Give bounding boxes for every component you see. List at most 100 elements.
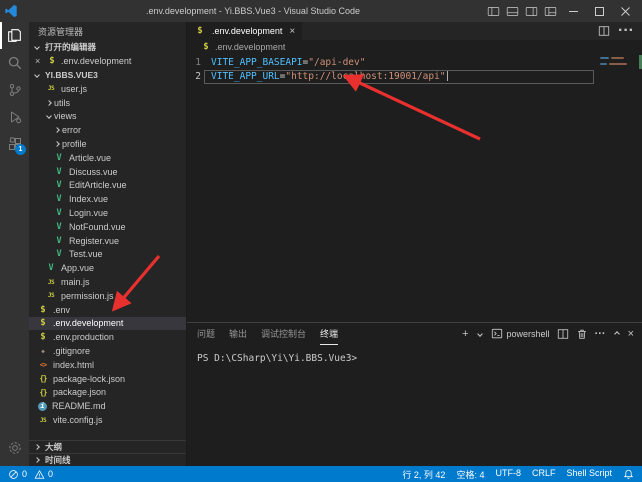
status-indentation[interactable]: 空格: 4 [456, 468, 484, 481]
customize-layout-icon[interactable] [541, 1, 560, 21]
tree-item-error[interactable]: error [29, 123, 186, 137]
file-name: Login.vue [69, 208, 108, 218]
explorer-sidebar: 资源管理器 打开的编辑器 × $ .env.development YI.BBS… [29, 22, 187, 466]
vue-file-icon: V [53, 235, 65, 246]
split-terminal-icon[interactable] [557, 328, 569, 340]
close-editor-icon[interactable]: × [35, 56, 46, 66]
close-panel-icon[interactable]: × [628, 329, 634, 340]
outline-label: 大纲 [45, 441, 62, 453]
status-language-mode[interactable]: Shell Script [566, 468, 612, 481]
panel-more-icon[interactable]: ··· [595, 329, 606, 340]
tree-item-EditArticle.vue[interactable]: VEditArticle.vue [29, 179, 186, 193]
activitybar-run-debug[interactable] [0, 103, 29, 130]
activitybar-extensions[interactable]: 1 [0, 130, 29, 157]
panel-tab-terminal[interactable]: 终端 [320, 323, 338, 345]
tree-item-profile[interactable]: profile [29, 137, 186, 151]
tree-item-README.md[interactable]: iREADME.md [29, 399, 186, 413]
toggle-panel-icon[interactable] [503, 1, 522, 21]
status-encoding[interactable]: UTF-8 [495, 468, 521, 481]
outline-header[interactable]: 大纲 [29, 440, 186, 453]
editor-area: $ .env.development × ··· $ .env.developm… [187, 22, 642, 466]
split-editor-icon[interactable] [598, 25, 610, 37]
open-editor-name: .env.development [61, 56, 131, 66]
js-file-icon: JS [45, 83, 57, 94]
new-terminal-icon[interactable]: + [462, 329, 468, 340]
tree-item-user.js[interactable]: JSuser.js [29, 82, 186, 96]
env-file-icon: $ [37, 318, 49, 329]
minimap[interactable] [600, 57, 634, 69]
breadcrumb[interactable]: $ .env.development [187, 40, 642, 54]
tree-item-.gitignore[interactable]: ◆.gitignore [29, 344, 186, 358]
toggle-secondary-sidebar-icon[interactable] [522, 1, 541, 21]
status-cursor-position[interactable]: 行 2, 列 42 [402, 468, 445, 481]
close-tab-icon[interactable]: × [289, 26, 295, 37]
tree-item-Discuss.vue[interactable]: VDiscuss.vue [29, 165, 186, 179]
vue-file-icon: V [53, 249, 65, 260]
env-file-icon: $ [37, 304, 49, 315]
launch-profile-chevron-icon[interactable] [477, 331, 483, 337]
tree-item-package-lock.json[interactable]: {}package-lock.json [29, 372, 186, 386]
chevron-right-icon [34, 444, 40, 450]
open-editors-label: 打开的编辑器 [45, 41, 96, 53]
tree-item-Article.vue[interactable]: V Article.vue [29, 151, 186, 165]
chevron-down-icon [34, 44, 40, 50]
tree-item-index.html[interactable]: <>index.html [29, 358, 186, 372]
file-name: NotFound.vue [69, 222, 126, 232]
breadcrumb-item[interactable]: .env.development [215, 42, 285, 52]
tree-item-vite.config.js[interactable]: JSvite.config.js [29, 413, 186, 427]
maximize-button[interactable] [586, 0, 612, 22]
tree-item-utils[interactable]: utils [29, 96, 186, 110]
window-title: .env.development - Yi.BBS.Vue3 - Visual … [22, 6, 484, 16]
file-name: index.html [53, 360, 94, 370]
tree-item-Test.vue[interactable]: VTest.vue [29, 248, 186, 262]
panel-tab-output[interactable]: 输出 [229, 323, 247, 345]
toggle-primary-sidebar-icon[interactable] [484, 1, 503, 21]
problems-indicator[interactable]: 0 0 [8, 469, 53, 480]
notifications-bell-icon[interactable] [623, 469, 634, 480]
tree-item-Login.vue[interactable]: VLogin.vue [29, 206, 186, 220]
tree-item-.env.production[interactable]: $.env.production [29, 330, 186, 344]
activitybar-settings[interactable] [0, 434, 29, 461]
project-label: YI.BBS.VUE3 [45, 70, 98, 80]
timeline-header[interactable]: 时间线 [29, 453, 186, 466]
tree-item-package.json[interactable]: {}package.json [29, 386, 186, 400]
terminal-profile-selector[interactable]: powershell [491, 328, 550, 340]
project-header[interactable]: YI.BBS.VUE3 [29, 68, 186, 82]
panel-tab-problems[interactable]: 问题 [197, 323, 215, 345]
maximize-panel-icon[interactable] [614, 331, 620, 337]
status-eol[interactable]: CRLF [532, 468, 556, 481]
terminal[interactable]: PS D:\CSharp\Yi\Yi.BBS.Vue3> [187, 345, 642, 466]
activitybar-search[interactable] [0, 49, 29, 76]
line-number: 2 [187, 70, 201, 84]
code-editor[interactable]: 1VITE_APP_BASEAPI="/api-dev"2VITE_APP_UR… [187, 54, 642, 322]
tree-item-NotFound.vue[interactable]: VNotFound.vue [29, 220, 186, 234]
more-actions-icon[interactable]: ··· [618, 22, 634, 40]
tree-item-views[interactable]: views [29, 110, 186, 124]
open-editor-item[interactable]: × $ .env.development [29, 54, 186, 68]
panel-tab-debug-console[interactable]: 调试控制台 [261, 323, 306, 345]
file-name: Discuss.vue [69, 167, 118, 177]
tree-item-Index.vue[interactable]: VIndex.vue [29, 192, 186, 206]
file-name: Article.vue [69, 153, 111, 163]
close-window-button[interactable] [612, 0, 638, 22]
activitybar-explorer[interactable] [0, 22, 29, 49]
tab-env-development[interactable]: $ .env.development × [187, 22, 302, 40]
file-name: utils [54, 98, 70, 108]
tree-item-Register.vue[interactable]: VRegister.vue [29, 234, 186, 248]
vue-file-icon: V [53, 152, 65, 163]
tree-item-App.vue[interactable]: VApp.vue [29, 261, 186, 275]
tree-item-.env.development[interactable]: $.env.development [29, 317, 186, 331]
activitybar-source-control[interactable] [0, 76, 29, 103]
tree-item-main.js[interactable]: JSmain.js [29, 275, 186, 289]
open-editors-header[interactable]: 打开的编辑器 [29, 40, 186, 54]
minimize-button[interactable] [560, 0, 586, 22]
tree-item-.env[interactable]: $.env [29, 303, 186, 317]
tree-item-permission.js[interactable]: JSpermission.js [29, 289, 186, 303]
file-name: views [54, 111, 77, 121]
terminal-prompt: PS D:\CSharp\Yi\Yi.BBS.Vue3> [197, 353, 357, 364]
json-file-icon: {} [37, 387, 49, 398]
file-name: permission.js [61, 291, 114, 301]
file-name: .gitignore [53, 346, 90, 356]
info-file-icon: i [38, 402, 47, 411]
kill-terminal-trash-icon[interactable] [576, 328, 588, 340]
